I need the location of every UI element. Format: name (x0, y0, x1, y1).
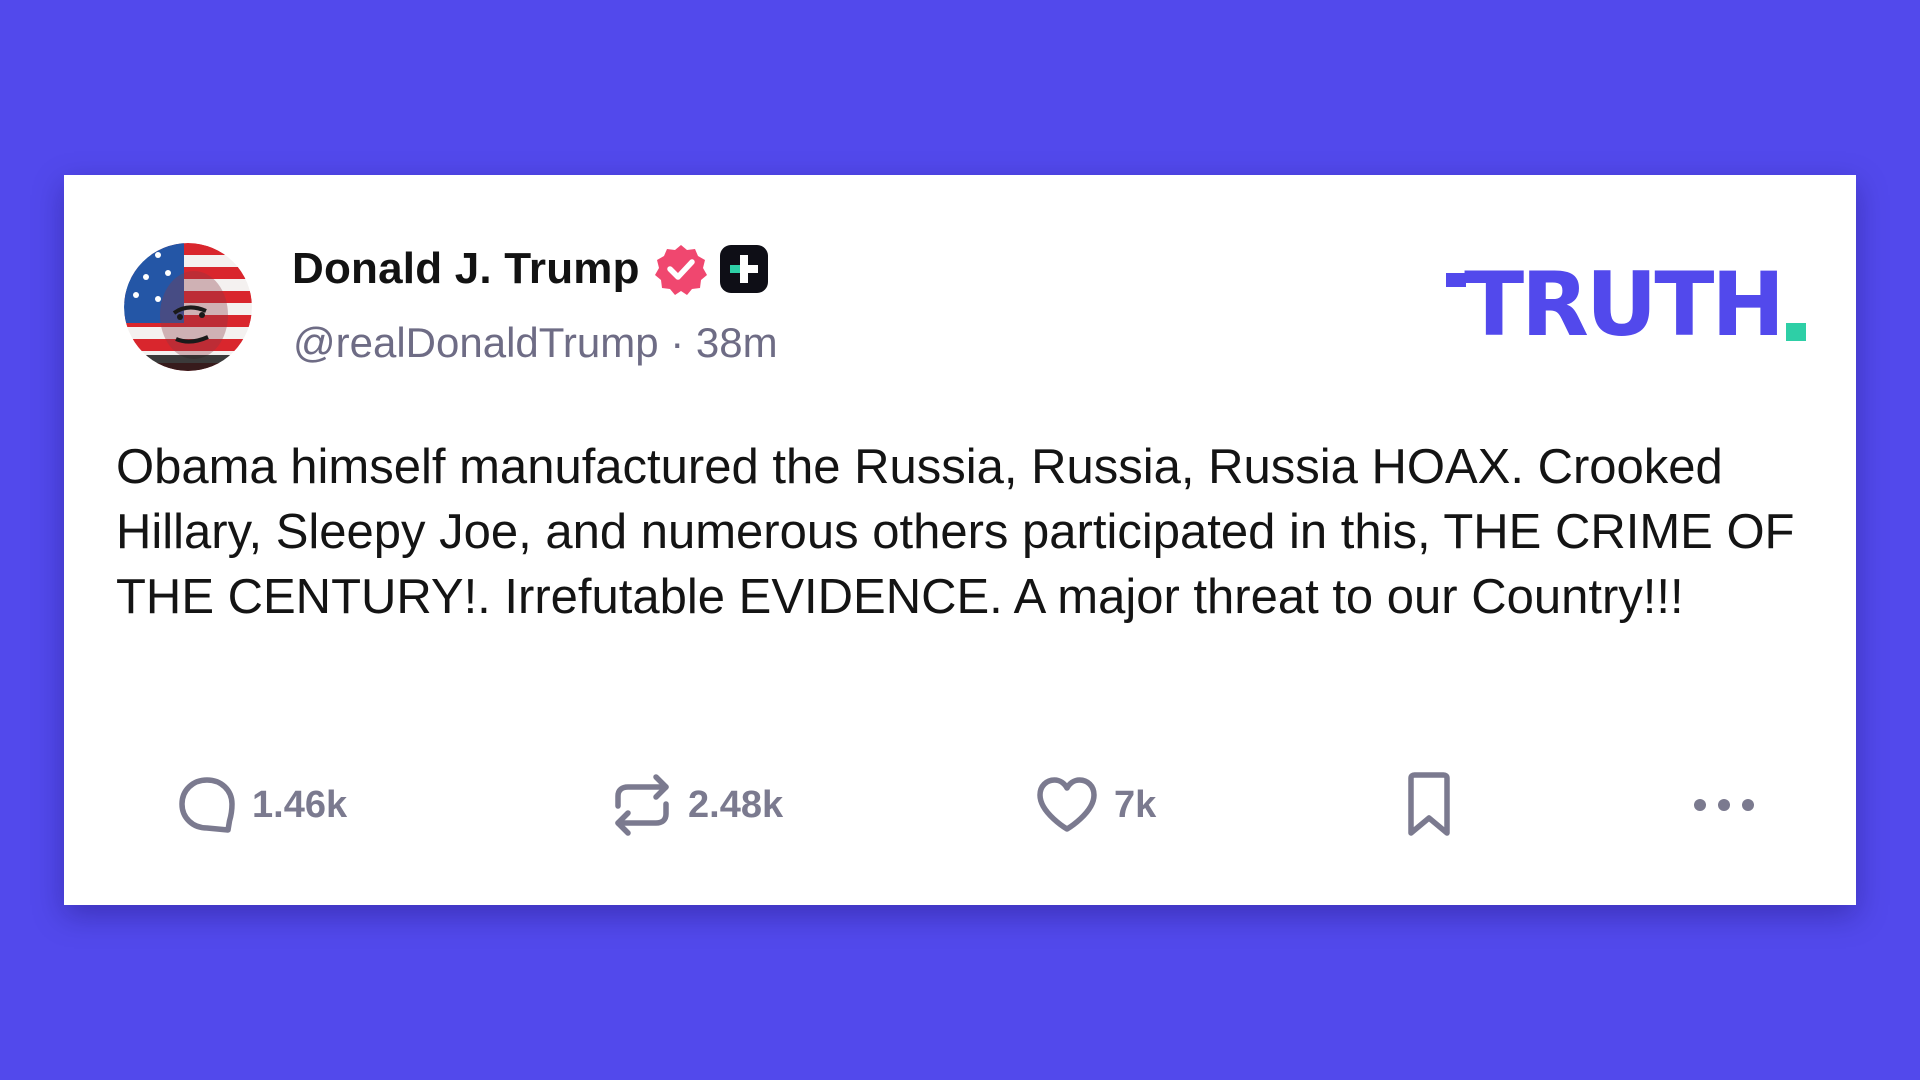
bookmark-icon (1408, 772, 1450, 836)
author-name-row: Donald J. Trump (292, 241, 768, 297)
bookmark-button[interactable] (1404, 765, 1454, 845)
author-meta: @realDonaldTrump · 38m (293, 319, 778, 367)
post-text: Obama himself manufactured the Russia, R… (116, 440, 1795, 624)
logo-apostrophe-mark (1446, 273, 1467, 287)
repost-icon (615, 774, 669, 836)
verified-icon (654, 245, 707, 295)
heart-icon (1037, 777, 1097, 832)
logo-dot-mark (1786, 323, 1806, 341)
plus-icon (719, 245, 768, 293)
truth-logo: TRUTH (1446, 261, 1806, 349)
avatar[interactable] (124, 243, 252, 371)
post-card: Donald J. Trump @realDonaldTrump · 38m T… (64, 175, 1856, 905)
reply-icon (179, 777, 235, 833)
logo-text: TRUTH (1464, 253, 1785, 356)
like-button[interactable]: 7k (1034, 765, 1156, 845)
reply-button[interactable]: 1.46k (176, 765, 347, 845)
more-icon (1694, 799, 1754, 811)
author-handle[interactable]: @realDonaldTrump (293, 319, 659, 366)
meta-separator: · (670, 319, 685, 366)
author-display-name[interactable]: Donald J. Trump (292, 244, 640, 294)
repost-button[interactable]: 2.48k (610, 765, 783, 845)
avatar-flag-portrait-icon (124, 243, 252, 371)
post-actions-bar: 1.46k 2.48k 7k (64, 765, 1856, 845)
more-button[interactable] (1692, 765, 1756, 845)
repost-count: 2.48k (688, 783, 784, 826)
post-timestamp[interactable]: 38m (696, 319, 778, 366)
like-count: 7k (1114, 783, 1157, 826)
reply-count: 1.46k (252, 783, 348, 826)
